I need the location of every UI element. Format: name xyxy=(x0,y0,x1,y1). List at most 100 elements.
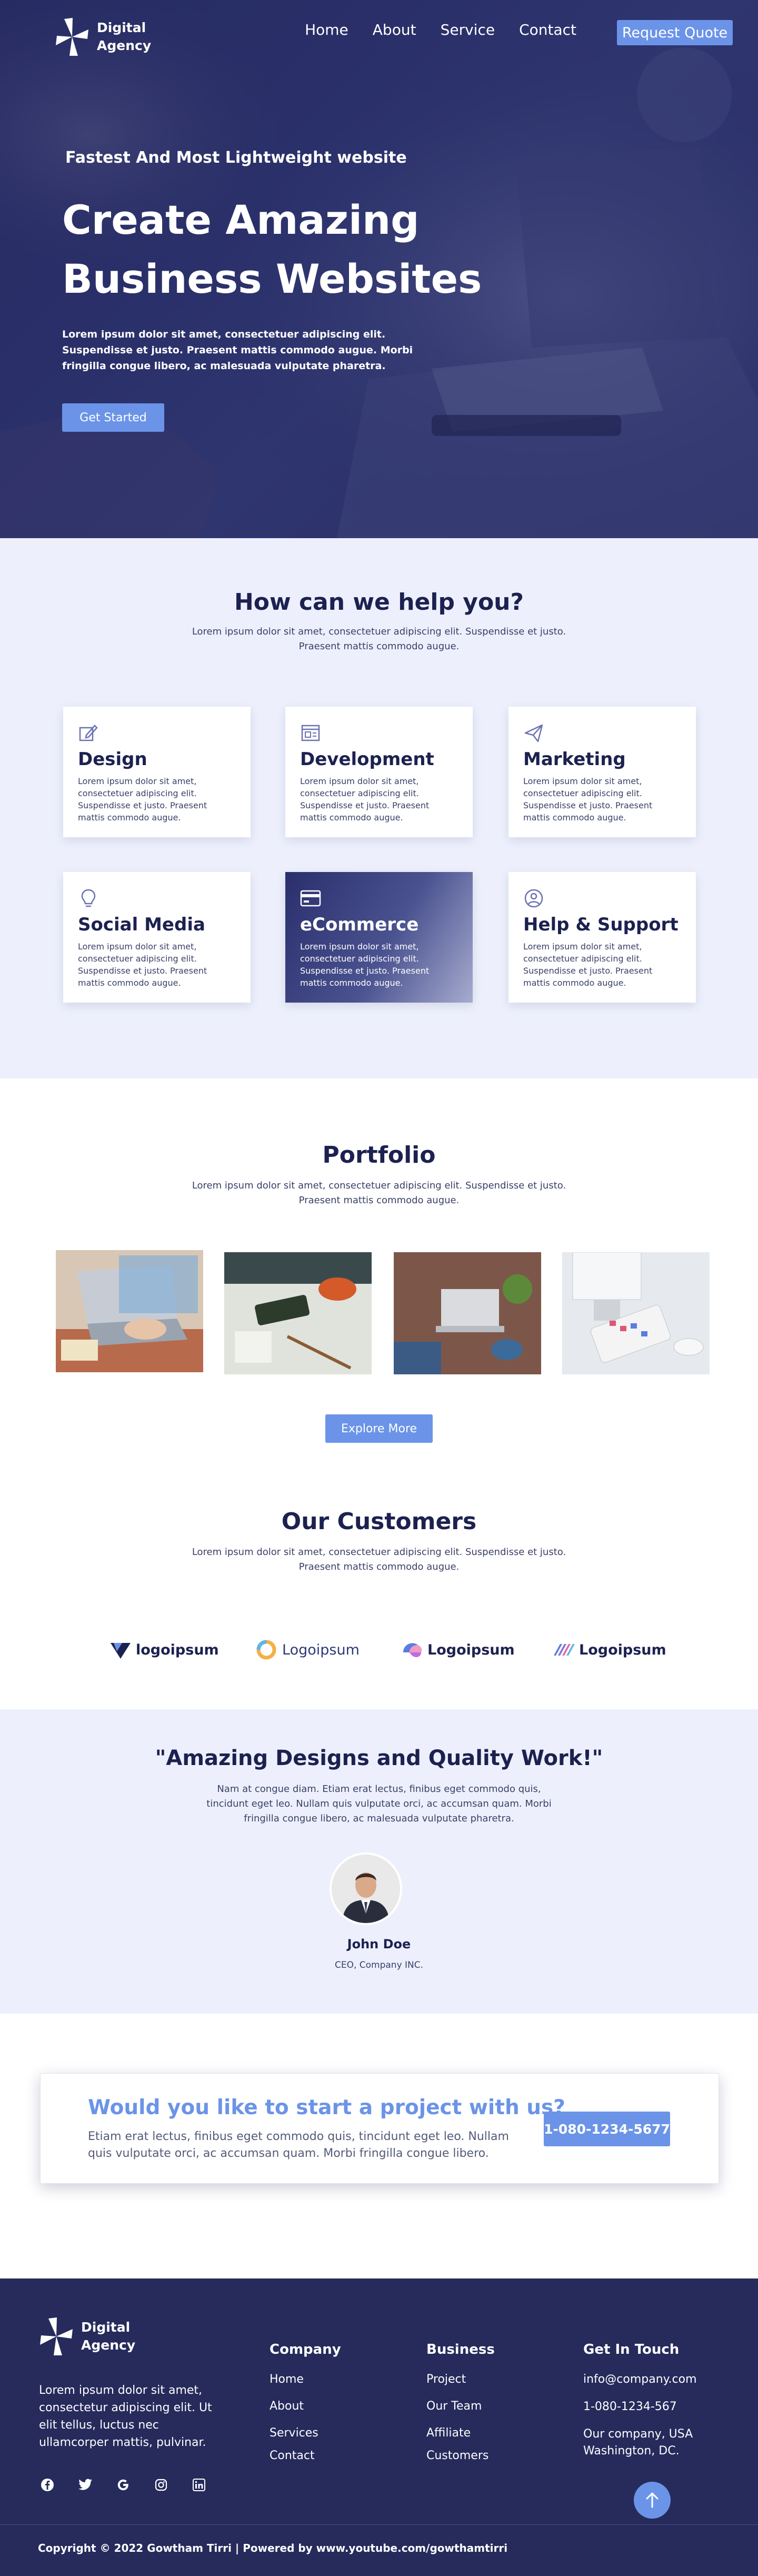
credit-card-icon xyxy=(300,890,321,907)
explore-more-button[interactable]: Explore More xyxy=(325,1414,433,1443)
service-card-title: Marketing xyxy=(523,749,626,770)
footer-link-customers[interactable]: Customers xyxy=(426,2448,495,2464)
portfolio-image-laptop-wood[interactable] xyxy=(394,1252,541,1374)
nav-link-service[interactable]: Service xyxy=(441,21,495,38)
brand-logo[interactable]: Digital Agency xyxy=(55,16,155,58)
service-card-text: Lorem ipsum dolor sit amet, consectetuer… xyxy=(300,942,430,988)
service-card-text: Lorem ipsum dolor sit amet, consectetuer… xyxy=(78,942,207,988)
avatar xyxy=(330,1852,402,1925)
portfolio-subtitle: Lorem ipsum dolor sit amet, consectetuer… xyxy=(192,1180,566,1206)
client-logo-text: logoipsum xyxy=(136,1641,219,1658)
testimonial-role: CEO, Company INC. xyxy=(334,1960,424,1970)
services-section: How can we help you? Lorem ipsum dolor s… xyxy=(0,538,758,1078)
footer-about-text: Lorem ipsum dolor sit amet, consectetur … xyxy=(39,2384,212,2449)
footer-link-contact[interactable]: Contact xyxy=(270,2448,341,2464)
stripes-logo-icon xyxy=(554,1644,575,1656)
pinwheel-logo-icon xyxy=(56,18,88,56)
linkedin-icon[interactable] xyxy=(191,2476,207,2493)
project-cta-box: Would you like to start a project with u… xyxy=(40,2073,719,2184)
paper-plane-icon xyxy=(524,724,543,742)
client-logo-4: Logoipsum xyxy=(553,1637,666,1663)
service-card-title: Design xyxy=(78,749,147,770)
footer-column-title: Get In Touch xyxy=(583,2342,680,2357)
hero-kicker: Fastest And Most Lightweight website xyxy=(65,148,407,167)
pencil-square-icon xyxy=(79,725,98,741)
footer-link-about[interactable]: About xyxy=(270,2398,341,2414)
portfolio-image-imac-keyboard[interactable] xyxy=(562,1252,710,1374)
service-card-design[interactable]: Design Lorem ipsum dolor sit amet, conse… xyxy=(63,707,251,837)
lightbulb-icon xyxy=(81,889,96,907)
nav-link-about[interactable]: About xyxy=(373,21,416,38)
facebook-icon[interactable] xyxy=(39,2476,56,2493)
client-logo-3: Logoipsum xyxy=(401,1637,515,1663)
service-card-ecommerce[interactable]: eCommerce Lorem ipsum dolor sit amet, co… xyxy=(285,872,473,1003)
service-card-text: Lorem ipsum dolor sit amet, consectetuer… xyxy=(523,776,653,823)
footer-link-project[interactable]: Project xyxy=(426,2371,495,2387)
nav-link-home[interactable]: Home xyxy=(305,21,348,38)
footer-link-affiliate[interactable]: Affiliate xyxy=(426,2425,495,2441)
client-logo-text: Logoipsum xyxy=(282,1641,360,1658)
service-card-text: Lorem ipsum dolor sit amet, consectetuer… xyxy=(523,942,653,988)
footer-divider xyxy=(0,2524,758,2525)
footer-email[interactable]: info@company.com xyxy=(583,2371,736,2388)
instagram-icon[interactable] xyxy=(153,2476,169,2493)
service-card-title: Development xyxy=(300,749,434,770)
footer-phone[interactable]: 1-080-1234-567 xyxy=(583,2399,736,2415)
cta-text: Etiam erat lectus, finibus eget commodo … xyxy=(88,2130,509,2160)
hero-section: Digital Agency Home About Service Contac… xyxy=(0,0,758,538)
user-circle-icon xyxy=(524,889,543,908)
testimonial-section: "Amazing Designs and Quality Work!" Nam … xyxy=(0,1709,758,2014)
service-card-development[interactable]: Development Lorem ipsum dolor sit amet, … xyxy=(285,707,473,837)
social-links xyxy=(39,2476,207,2493)
footer-link-services[interactable]: Services xyxy=(270,2425,341,2441)
nav-links: Home About Service Contact xyxy=(305,21,576,38)
footer-brand-logo[interactable]: Digital Agency xyxy=(39,2315,139,2357)
service-card-marketing[interactable]: Marketing Lorem ipsum dolor sit amet, co… xyxy=(508,707,696,837)
footer-column-title: Company xyxy=(270,2342,341,2357)
client-logo-2: Logoipsum xyxy=(255,1637,360,1663)
footer-address: Our company, USA Washington, DC. xyxy=(583,2428,693,2458)
site-footer: Digital Agency Lorem ipsum dolor sit ame… xyxy=(0,2278,758,2576)
footer-link-our-team[interactable]: Our Team xyxy=(426,2398,495,2414)
google-icon[interactable] xyxy=(115,2476,132,2493)
code-window-icon xyxy=(301,725,320,741)
service-card-help-support[interactable]: Help & Support Lorem ipsum dolor sit ame… xyxy=(508,872,696,1003)
service-card-text: Lorem ipsum dolor sit amet, consectetuer… xyxy=(300,776,430,823)
service-card-title: eCommerce xyxy=(300,914,419,935)
customers-title: Our Customers xyxy=(281,1508,477,1535)
request-quote-button[interactable]: Request Quote xyxy=(617,20,733,45)
footer-company-column: Company Home About Services Contact xyxy=(270,2342,341,2474)
portfolio-title: Portfolio xyxy=(322,1142,436,1168)
footer-link-home[interactable]: Home xyxy=(270,2371,341,2387)
get-started-button[interactable]: Get Started xyxy=(62,403,164,432)
twitter-icon[interactable] xyxy=(77,2476,94,2493)
swirl-logo-icon xyxy=(403,1643,422,1658)
testimonial-name: John Doe xyxy=(347,1937,411,1951)
service-card-title: Help & Support xyxy=(523,914,679,935)
hero-description: Lorem ipsum dolor sit amet, consectetuer… xyxy=(62,329,413,372)
testimonial-text: Nam at congue diam. Etiam erat lectus, f… xyxy=(206,1784,552,1824)
client-logo-text: Logoipsum xyxy=(579,1641,666,1658)
services-subtitle: Lorem ipsum dolor sit amet, consectetuer… xyxy=(192,626,566,652)
nav-link-contact[interactable]: Contact xyxy=(519,21,576,38)
copyright-text: Copyright © 2022 Gowtham Tirri | Powered… xyxy=(38,2542,508,2554)
brand-name: Digital Agency xyxy=(97,20,152,53)
top-navigation: Digital Agency Home About Service Contac… xyxy=(0,0,758,63)
triangle-logo-icon xyxy=(111,1643,131,1659)
service-card-title: Social Media xyxy=(78,914,205,935)
ring-logo-icon xyxy=(256,1640,276,1660)
service-card-text: Lorem ipsum dolor sit amet, consectetuer… xyxy=(78,776,207,823)
portfolio-image-laptop-typing[interactable] xyxy=(56,1250,203,1372)
back-to-top-button[interactable] xyxy=(634,2482,671,2519)
client-logo-1: logoipsum xyxy=(109,1637,219,1663)
footer-business-column: Business Project Our Team Affiliate Cust… xyxy=(426,2342,495,2474)
testimonial-quote: "Amazing Designs and Quality Work!" xyxy=(155,1746,603,1770)
footer-brand-name: Digital Agency xyxy=(81,2320,136,2353)
cta-title: Would you like to start a project with u… xyxy=(88,2096,565,2119)
service-card-social-media[interactable]: Social Media Lorem ipsum dolor sit amet,… xyxy=(63,872,251,1003)
call-phone-button[interactable]: 1-080-1234-5677 xyxy=(544,2112,670,2146)
customers-subtitle: Lorem ipsum dolor sit amet, consectetuer… xyxy=(192,1547,566,1572)
pinwheel-logo-icon xyxy=(40,2317,73,2355)
client-logo-text: Logoipsum xyxy=(427,1641,515,1658)
portfolio-image-desk-phone[interactable] xyxy=(224,1252,372,1374)
